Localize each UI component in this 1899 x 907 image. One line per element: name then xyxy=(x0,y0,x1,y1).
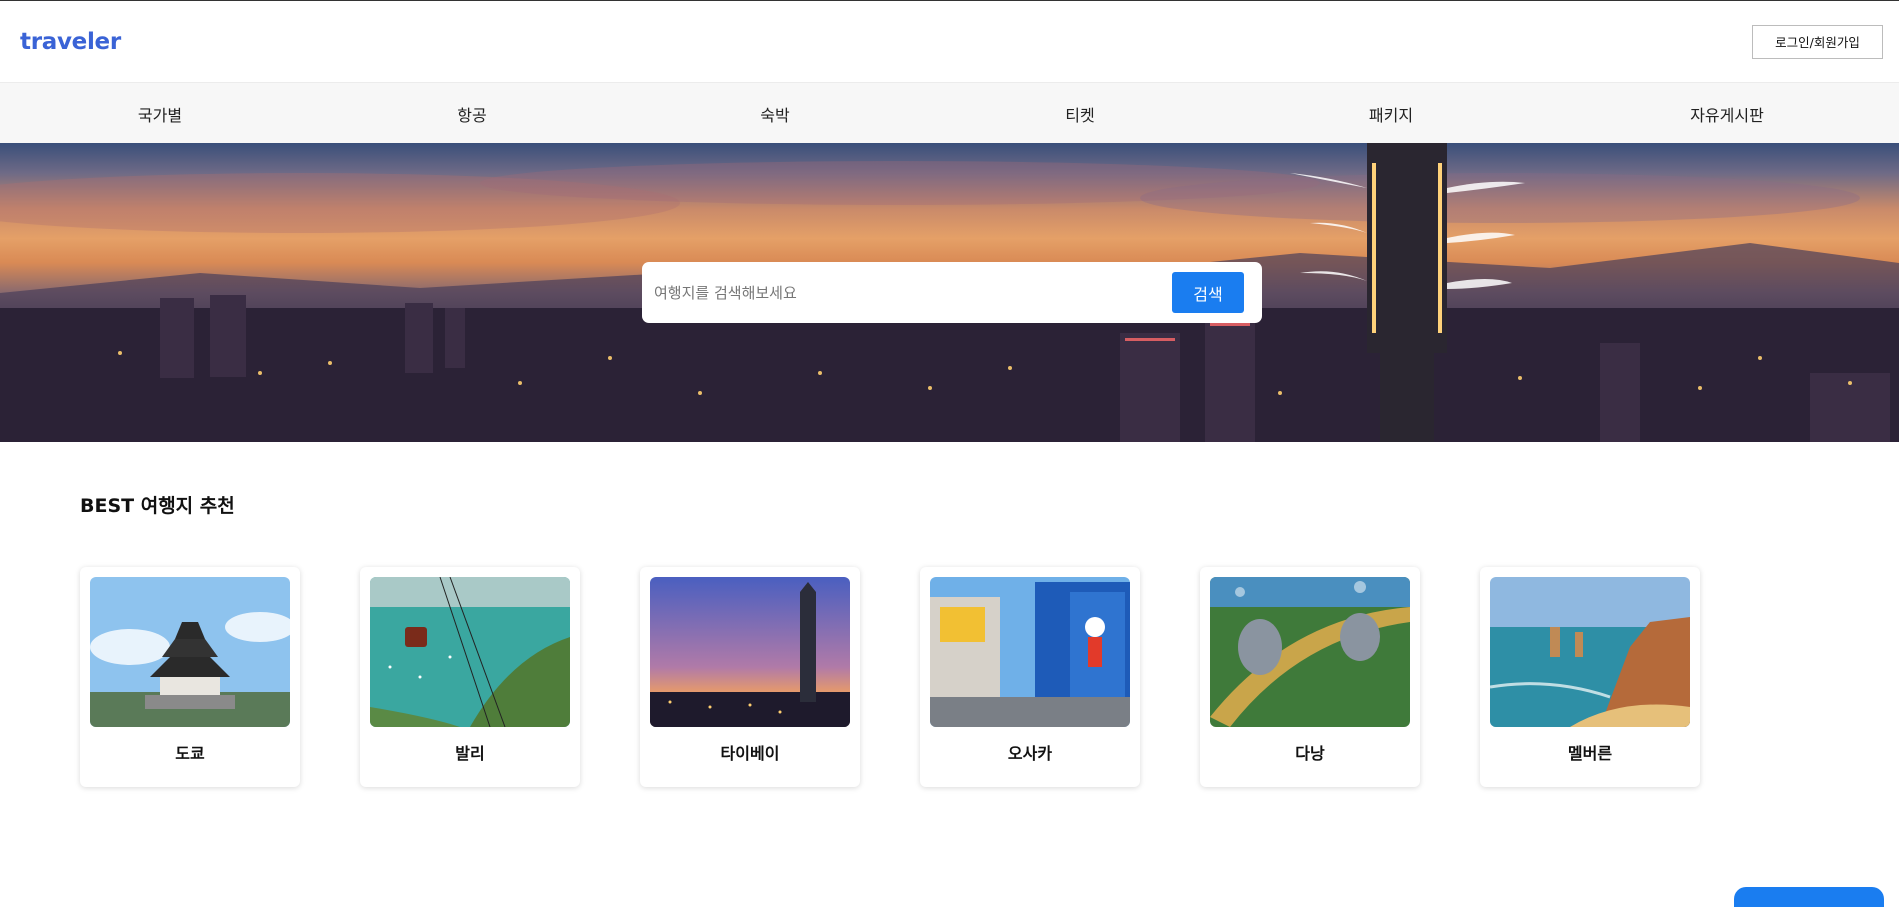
destination-card-melbourne[interactable]: 멜버른 xyxy=(1480,567,1700,787)
melbourne-image xyxy=(1490,577,1690,727)
bali-image xyxy=(370,577,570,727)
nav-item-lodging[interactable]: 숙박 xyxy=(760,83,789,144)
main-nav: 국가별 항공 숙박 티켓 패키지 자유게시판 xyxy=(0,82,1899,143)
destination-card-osaka[interactable]: 오사카 xyxy=(920,567,1140,787)
search-box: 검색 xyxy=(642,262,1262,323)
nav-item-flight[interactable]: 항공 xyxy=(457,83,486,144)
login-signup-button[interactable]: 로그인/회원가입 xyxy=(1752,24,1883,59)
nav-item-country[interactable]: 국가별 xyxy=(138,83,182,144)
destination-card-bali[interactable]: 발리 xyxy=(360,567,580,787)
best-destinations-title: BEST 여행지 추천 xyxy=(80,495,235,517)
site-header: traveler 로그인/회원가입 xyxy=(0,1,1899,82)
card-name: 다낭 xyxy=(1295,744,1325,763)
floating-action-button[interactable] xyxy=(1734,887,1884,907)
destination-card-taipei[interactable]: 타이베이 xyxy=(640,567,860,787)
nav-item-ticket[interactable]: 티켓 xyxy=(1065,83,1094,144)
card-name: 멜버른 xyxy=(1567,744,1613,763)
nav-item-package[interactable]: 패키지 xyxy=(1369,83,1413,144)
card-name: 발리 xyxy=(455,744,485,763)
search-input[interactable] xyxy=(652,272,1172,313)
danang-image xyxy=(1210,577,1410,727)
nav-item-board[interactable]: 자유게시판 xyxy=(1690,83,1764,144)
taipei-image xyxy=(650,577,850,727)
card-name: 타이베이 xyxy=(720,744,780,763)
hero-banner: 검색 xyxy=(0,143,1899,442)
tokyo-image xyxy=(90,577,290,727)
search-button[interactable]: 검색 xyxy=(1172,272,1244,313)
destination-cards: 도쿄 발리 타이베이 오사카 다낭 멜버른 xyxy=(80,567,1800,787)
osaka-image xyxy=(930,577,1130,727)
destination-card-tokyo[interactable]: 도쿄 xyxy=(80,567,300,787)
card-name: 오사카 xyxy=(1007,744,1053,763)
card-name: 도쿄 xyxy=(175,744,205,763)
destination-card-danang[interactable]: 다낭 xyxy=(1200,567,1420,787)
logo[interactable]: traveler xyxy=(20,29,121,55)
